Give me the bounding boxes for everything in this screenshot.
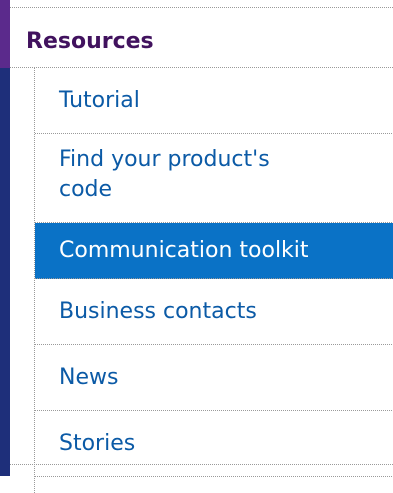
menu-item-label: Communication toolkit [59, 238, 309, 263]
menu-items: Tutorial Find your product's code Commun… [34, 68, 393, 493]
menu-item-label: Business contacts [59, 299, 257, 324]
menu-header-title: Resources [26, 29, 154, 54]
menu-item-news[interactable]: News [35, 345, 393, 411]
menu-left-accent-top [0, 0, 10, 68]
menu-item-label: Tutorial [59, 88, 140, 113]
menu-bottom-gap [35, 477, 393, 493]
menu-item-label-line2: code [59, 177, 113, 202]
menu-left-accent-bar [0, 0, 10, 476]
menu-item-tutorial[interactable]: Tutorial [35, 68, 393, 134]
menu-item-label-line1: Find your product's [59, 147, 270, 172]
menu-top-divider [10, 7, 393, 8]
menu-item-stories[interactable]: Stories [35, 411, 393, 477]
menu-item-business-contacts[interactable]: Business contacts [35, 279, 393, 345]
menu-item-label: News [59, 365, 119, 390]
menu-content: Resources Tutorial Find your product's c… [10, 0, 393, 493]
resources-menu-panel: Resources Tutorial Find your product's c… [0, 0, 393, 493]
menu-item-find-product-code[interactable]: Find your product's code [35, 134, 393, 223]
menu-item-label: Stories [59, 431, 136, 456]
menu-bottom-divider [10, 464, 393, 465]
menu-item-communication-toolkit[interactable]: Communication toolkit [35, 223, 393, 279]
